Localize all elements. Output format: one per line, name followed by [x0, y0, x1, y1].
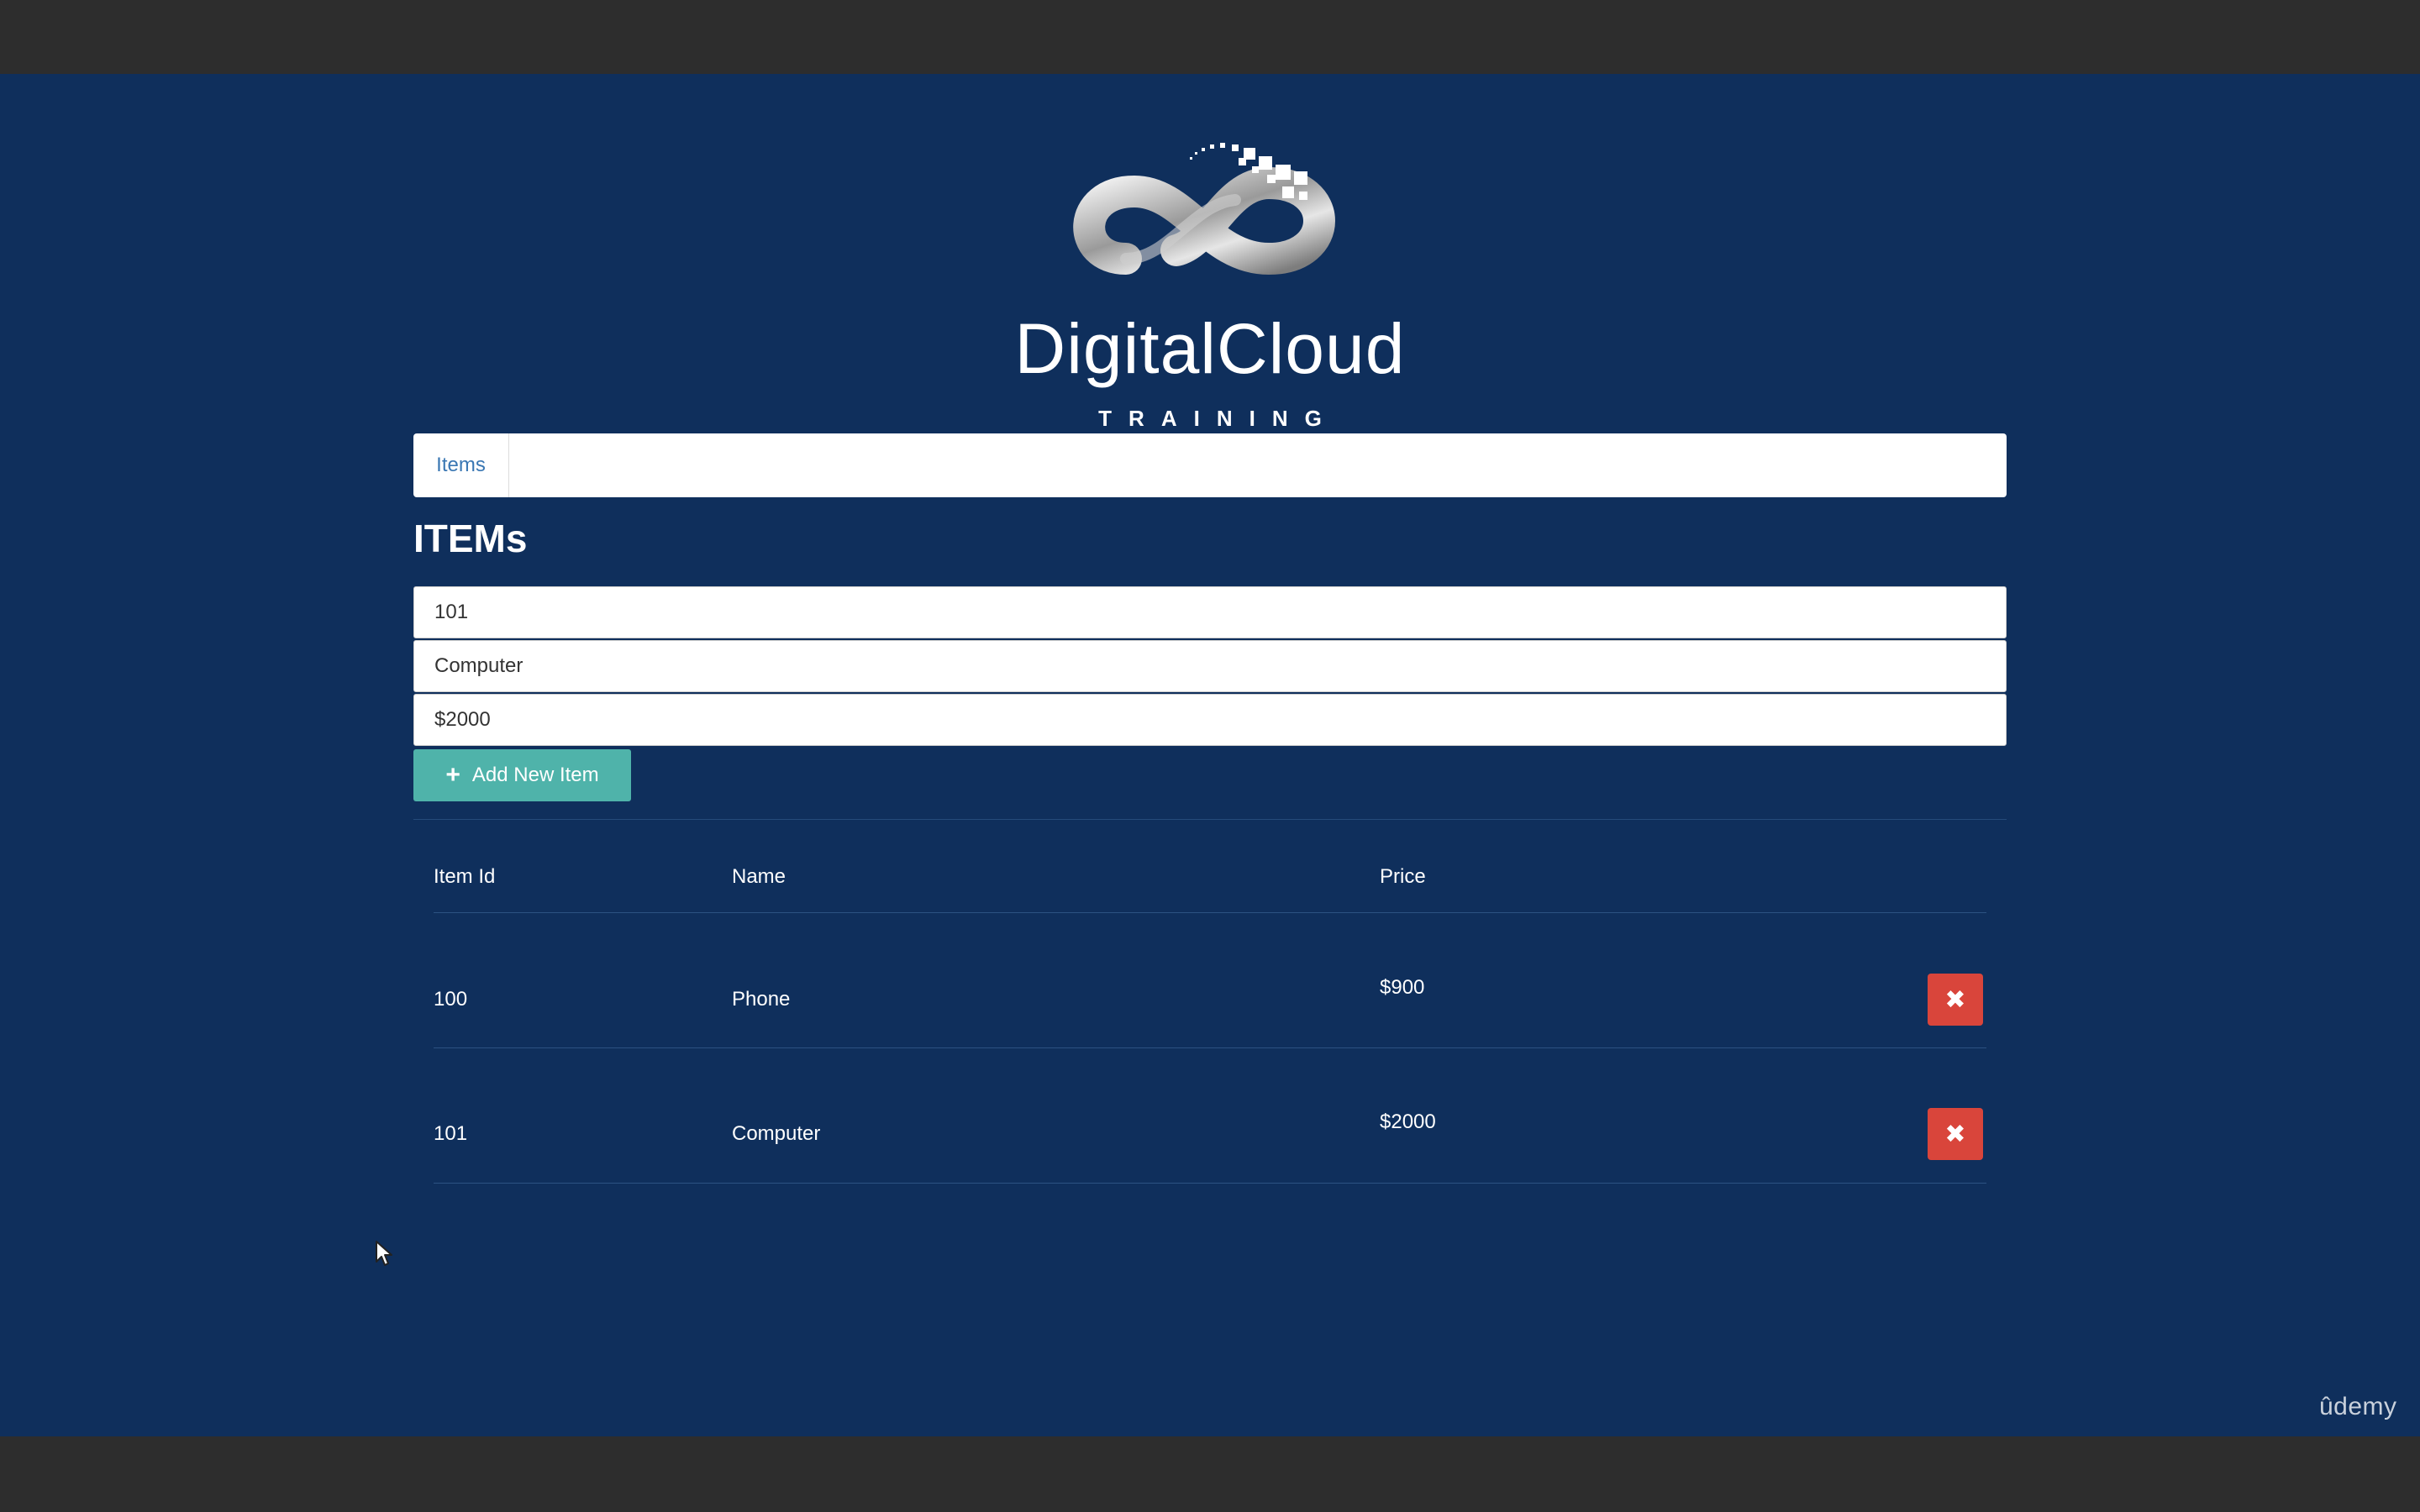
- cell-price: $2000: [1380, 1110, 1436, 1133]
- cell-item-id: 100: [434, 988, 468, 1011]
- logo-wordmark: DigitalCloud: [1014, 309, 1406, 388]
- cursor-icon: [376, 1241, 392, 1266]
- item-id-field[interactable]: [413, 586, 2007, 638]
- logo-subtitle: TRAINING: [1098, 406, 1339, 431]
- cell-price: $900: [1380, 976, 1425, 999]
- nav-tab-items[interactable]: Items: [413, 433, 509, 497]
- delete-row-button[interactable]: ✖: [1928, 1108, 1983, 1160]
- close-icon: ✖: [1944, 984, 1966, 1015]
- cell-name: Computer: [732, 1122, 821, 1145]
- plus-icon: +: [445, 761, 460, 789]
- column-header-name: Name: [732, 865, 786, 888]
- app-page: DigitalCloud TRAINING Items ITEMs + Add …: [0, 74, 2420, 1436]
- row-divider: [434, 1047, 1986, 1048]
- section-divider: [413, 819, 2007, 820]
- item-price-field[interactable]: [413, 694, 2007, 746]
- top-navbar: Items: [413, 433, 2007, 497]
- add-new-item-label: Add New Item: [471, 764, 599, 786]
- letterbox-bottom: [0, 1436, 2420, 1512]
- letterbox-top: [0, 0, 2420, 74]
- page-title: ITEMs: [413, 517, 528, 560]
- cell-name: Phone: [732, 988, 791, 1011]
- add-new-item-button[interactable]: + Add New Item: [413, 749, 631, 801]
- table-header-divider: [434, 912, 1986, 913]
- infinity-cloud-logo-icon: [1073, 143, 1335, 276]
- item-name-field[interactable]: [413, 640, 2007, 692]
- close-icon: ✖: [1944, 1119, 1966, 1149]
- cell-item-id: 101: [434, 1122, 468, 1145]
- udemy-watermark: ûdemy: [2319, 1393, 2397, 1420]
- column-header-item-id: Item Id: [434, 865, 496, 888]
- row-divider: [434, 1183, 1986, 1184]
- column-header-price: Price: [1380, 865, 1426, 888]
- delete-row-button[interactable]: ✖: [1928, 974, 1983, 1026]
- digitalcloud-logo: DigitalCloud TRAINING: [1000, 124, 1420, 431]
